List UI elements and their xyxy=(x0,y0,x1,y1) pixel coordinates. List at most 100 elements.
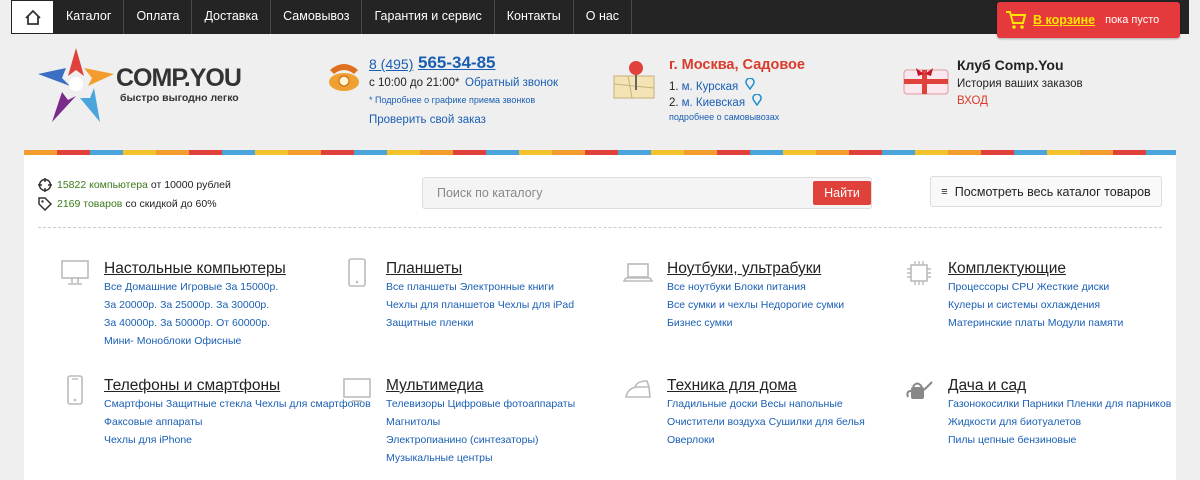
category-title[interactable]: Ноутбуки, ультрабуки xyxy=(667,260,821,277)
category-links: Смартфоны Защитные стекла Чехлы для смартф… xyxy=(104,395,371,449)
category-link[interactable]: Газонокосилки xyxy=(948,398,1019,410)
category-link[interactable]: Блоки питания xyxy=(734,281,806,293)
cart-icon xyxy=(1006,11,1027,29)
phone-number[interactable]: 565-34-85 xyxy=(418,53,496,73)
category-link[interactable]: Гладильные доски xyxy=(667,398,757,410)
category-links: Газонокосилки Парники Пленки для парников … xyxy=(948,395,1188,449)
check-order-link[interactable]: Проверить свой заказ xyxy=(369,114,486,126)
category-link[interactable]: Модули памяти xyxy=(1048,317,1124,329)
location-marker-icon xyxy=(745,77,756,91)
category-link[interactable]: Смартфоны xyxy=(104,398,163,410)
category-link[interactable]: За 50000р. xyxy=(160,317,213,329)
computers-count-link[interactable]: 15822 компьютера xyxy=(57,179,148,191)
category-link[interactable]: Чехлы для iPhone xyxy=(104,434,192,446)
cart-button[interactable]: В корзине пока пусто xyxy=(997,2,1180,38)
category-link[interactable]: Чехлы для планшетов xyxy=(386,299,495,311)
category-link[interactable]: Жесткие диски xyxy=(1037,281,1109,293)
category-link[interactable]: Музыкальные центры xyxy=(386,452,493,464)
tablet-icon xyxy=(348,258,366,287)
nav-item-catalog[interactable]: Каталог xyxy=(54,0,125,34)
category-link[interactable]: Защитные пленки xyxy=(386,317,474,329)
nav-item-pickup[interactable]: Самовывоз xyxy=(271,0,363,34)
category-title[interactable]: Комплектующие xyxy=(948,260,1066,277)
discount-stat: 2169 товаров со скидкой до 60% xyxy=(38,197,217,211)
search-button[interactable]: Найти xyxy=(813,181,871,205)
category-link[interactable]: Все xyxy=(104,281,122,293)
category-link[interactable]: Телевизоры xyxy=(386,398,445,410)
category-link[interactable]: За 30000р. xyxy=(216,299,269,311)
nav-item-payment[interactable]: Оплата xyxy=(124,0,193,34)
category-title[interactable]: Планшеты xyxy=(386,260,462,277)
home-icon xyxy=(24,9,41,25)
discount-count-link[interactable]: 2169 товаров xyxy=(57,198,122,210)
category-link[interactable]: Все ноутбуки xyxy=(667,281,731,293)
category-links: Все Домашние Игровые За 15000р. За 20000р. З… xyxy=(104,278,344,350)
category-link[interactable]: Сушилки для белья xyxy=(769,416,865,428)
category-link[interactable]: За 20000р. xyxy=(104,299,157,311)
category-link[interactable]: Все сумки и чехлы xyxy=(667,299,758,311)
gift-card-icon xyxy=(903,68,949,95)
category-link[interactable]: За 15000р. xyxy=(225,281,278,293)
home-button[interactable] xyxy=(11,0,54,34)
category-links: Телевизоры Цифровые фотоаппараты Магнитол… xyxy=(386,395,626,467)
nav-item-delivery[interactable]: Доставка xyxy=(192,0,272,34)
category-link[interactable]: Офисные xyxy=(194,335,241,347)
callback-link[interactable]: Обратный звонок xyxy=(465,77,558,89)
category-link[interactable]: Электропианино (синтезаторы) xyxy=(386,434,539,446)
category-link[interactable]: Все планшеты xyxy=(386,281,457,293)
category-link[interactable]: Бизнес сумки xyxy=(667,317,732,329)
category-link[interactable]: Жидкости для биотуалетов xyxy=(948,416,1081,428)
category-title[interactable]: Дача и сад xyxy=(948,377,1026,394)
search-box: Найти xyxy=(422,177,872,209)
category-title[interactable]: Мультимедиа xyxy=(386,377,483,394)
category-title[interactable]: Настольные компьютеры xyxy=(104,260,286,277)
category-link[interactable]: Пленки для парников xyxy=(1067,398,1172,410)
main-nav: Каталог Оплата Доставка Самовывоз Гарант… xyxy=(54,0,633,34)
metro-link-kievskaya[interactable]: м. Киевская xyxy=(682,97,745,109)
logo[interactable]: COMP.YOU быстро выгодно легко xyxy=(36,46,276,126)
decorative-stripe xyxy=(24,150,1176,155)
logo-star-icon xyxy=(38,48,114,122)
category-link[interactable]: Материнские платы xyxy=(948,317,1045,329)
category-link[interactable]: Электронные книги xyxy=(460,281,554,293)
category-title[interactable]: Техника для дома xyxy=(667,377,797,394)
cart-status: пока пусто xyxy=(1105,14,1160,26)
iron-icon xyxy=(625,380,651,398)
nav-item-warranty[interactable]: Гарантия и сервис xyxy=(362,0,495,34)
phone-prefix[interactable]: 8 (495) xyxy=(369,56,413,72)
category-title[interactable]: Телефоны и смартфоны xyxy=(104,377,280,394)
category-link[interactable]: Очистители воздуха xyxy=(667,416,766,428)
category-link[interactable]: Оверлоки xyxy=(667,434,715,446)
category-link[interactable]: Кулеры и системы охлаждения xyxy=(948,299,1100,311)
category-link[interactable]: От 60000р. xyxy=(216,317,270,329)
search-input[interactable] xyxy=(423,178,803,208)
watering-can-icon xyxy=(906,381,933,399)
category-link[interactable]: Магнитолы xyxy=(386,416,440,428)
category-link[interactable]: Процессоры CPU xyxy=(948,281,1034,293)
category-link[interactable]: Цифровые фотоаппараты xyxy=(448,398,575,410)
category-link[interactable]: Защитные стекла xyxy=(166,398,252,410)
pickup-info-link[interactable]: подробнее о самовывозах xyxy=(669,112,779,122)
metro-link-kurskaya[interactable]: м. Курская xyxy=(682,81,739,93)
login-link[interactable]: ВХОД xyxy=(957,95,988,107)
nav-item-about[interactable]: О нас xyxy=(574,0,633,34)
category-link[interactable]: Весы напольные xyxy=(760,398,842,410)
category-link[interactable]: Игровые xyxy=(180,281,222,293)
category-link[interactable]: Факсовые аппараты xyxy=(104,416,202,428)
category-link[interactable]: За 25000р. xyxy=(160,299,213,311)
site-header: COMP.YOU быстро выгодно легко 8 (495) 56… xyxy=(24,38,1176,150)
category-link[interactable]: Домашние xyxy=(125,281,177,293)
category-link[interactable]: Недорогие сумки xyxy=(761,299,844,311)
category-link[interactable]: Мини- xyxy=(104,335,134,347)
computers-stat-text: от 10000 рублей xyxy=(150,179,231,191)
call-schedule-link[interactable]: * Подробнее о графике приема звонков xyxy=(369,95,535,105)
category-link[interactable]: Чехлы для iPad xyxy=(498,299,574,311)
category-link[interactable]: За 40000р. xyxy=(104,317,157,329)
category-desktops: Настольные компьютеры Все Домашние Игровые… xyxy=(61,260,344,350)
category-link[interactable]: Пилы цепные бензиновые xyxy=(948,434,1076,446)
category-link[interactable]: Парники xyxy=(1022,398,1063,410)
category-link[interactable]: Моноблоки xyxy=(137,335,191,347)
nav-item-contacts[interactable]: Контакты xyxy=(495,0,574,34)
view-full-catalog-button[interactable]: ≡ Посмотреть весь каталог товаров xyxy=(930,176,1162,207)
club-title: Клуб Comp.You xyxy=(957,57,1064,73)
